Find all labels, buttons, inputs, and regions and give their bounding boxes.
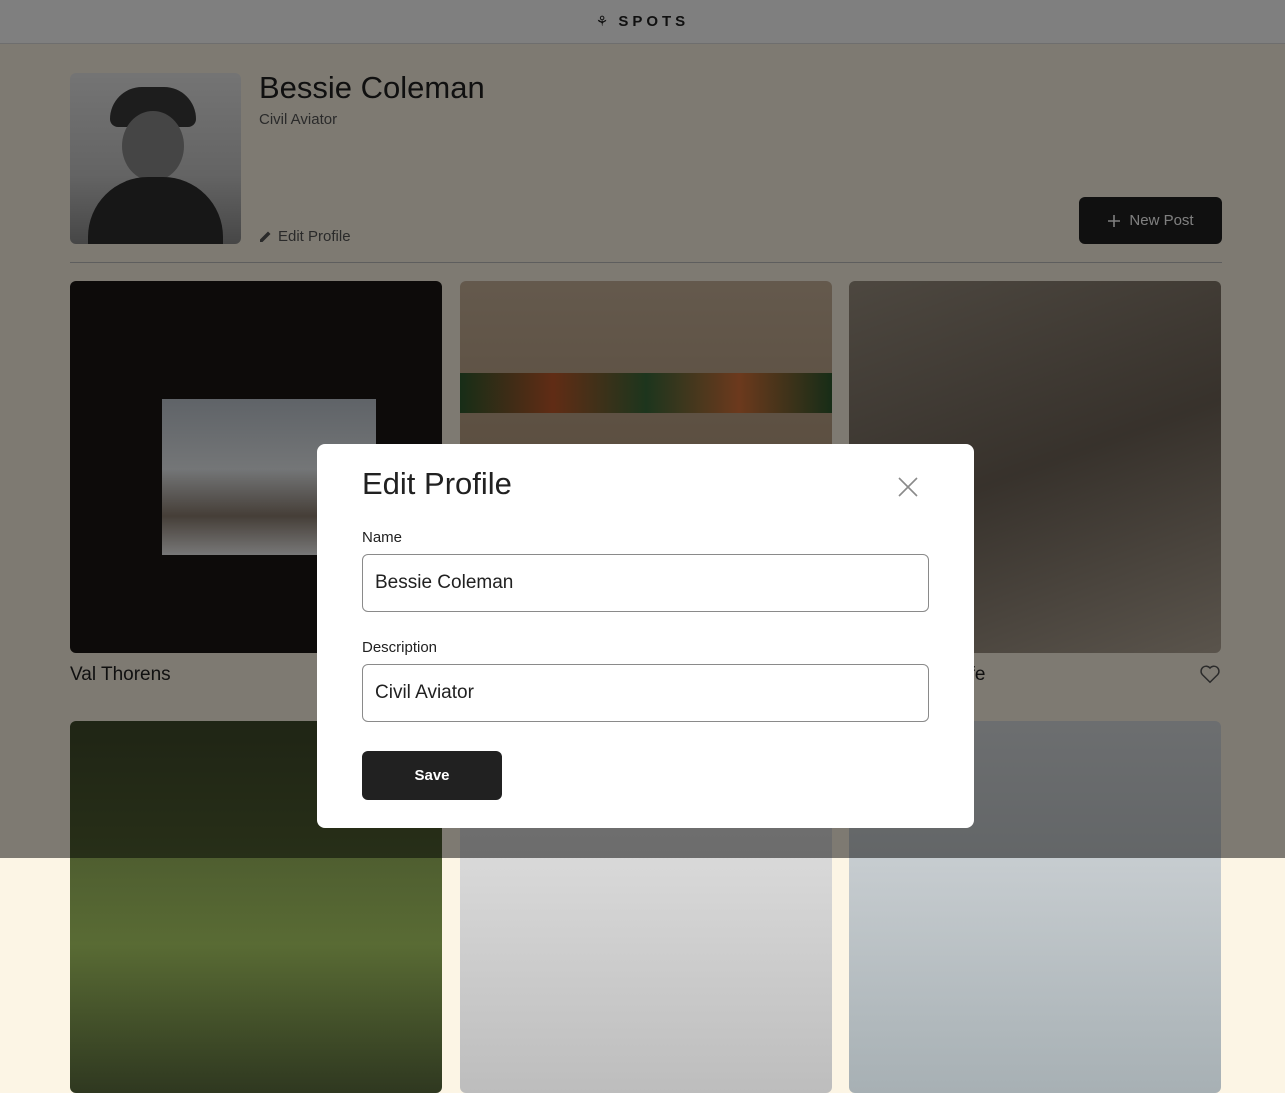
name-input[interactable] <box>362 554 929 612</box>
name-label: Name <box>362 529 403 546</box>
description-label: Description <box>362 639 438 656</box>
modal-title: Edit Profile <box>362 466 512 501</box>
edit-profile-modal: Edit Profile Name Description Save <box>317 444 974 828</box>
close-icon[interactable] <box>896 475 920 499</box>
save-button[interactable]: Save <box>362 751 502 800</box>
description-input[interactable] <box>362 664 929 722</box>
